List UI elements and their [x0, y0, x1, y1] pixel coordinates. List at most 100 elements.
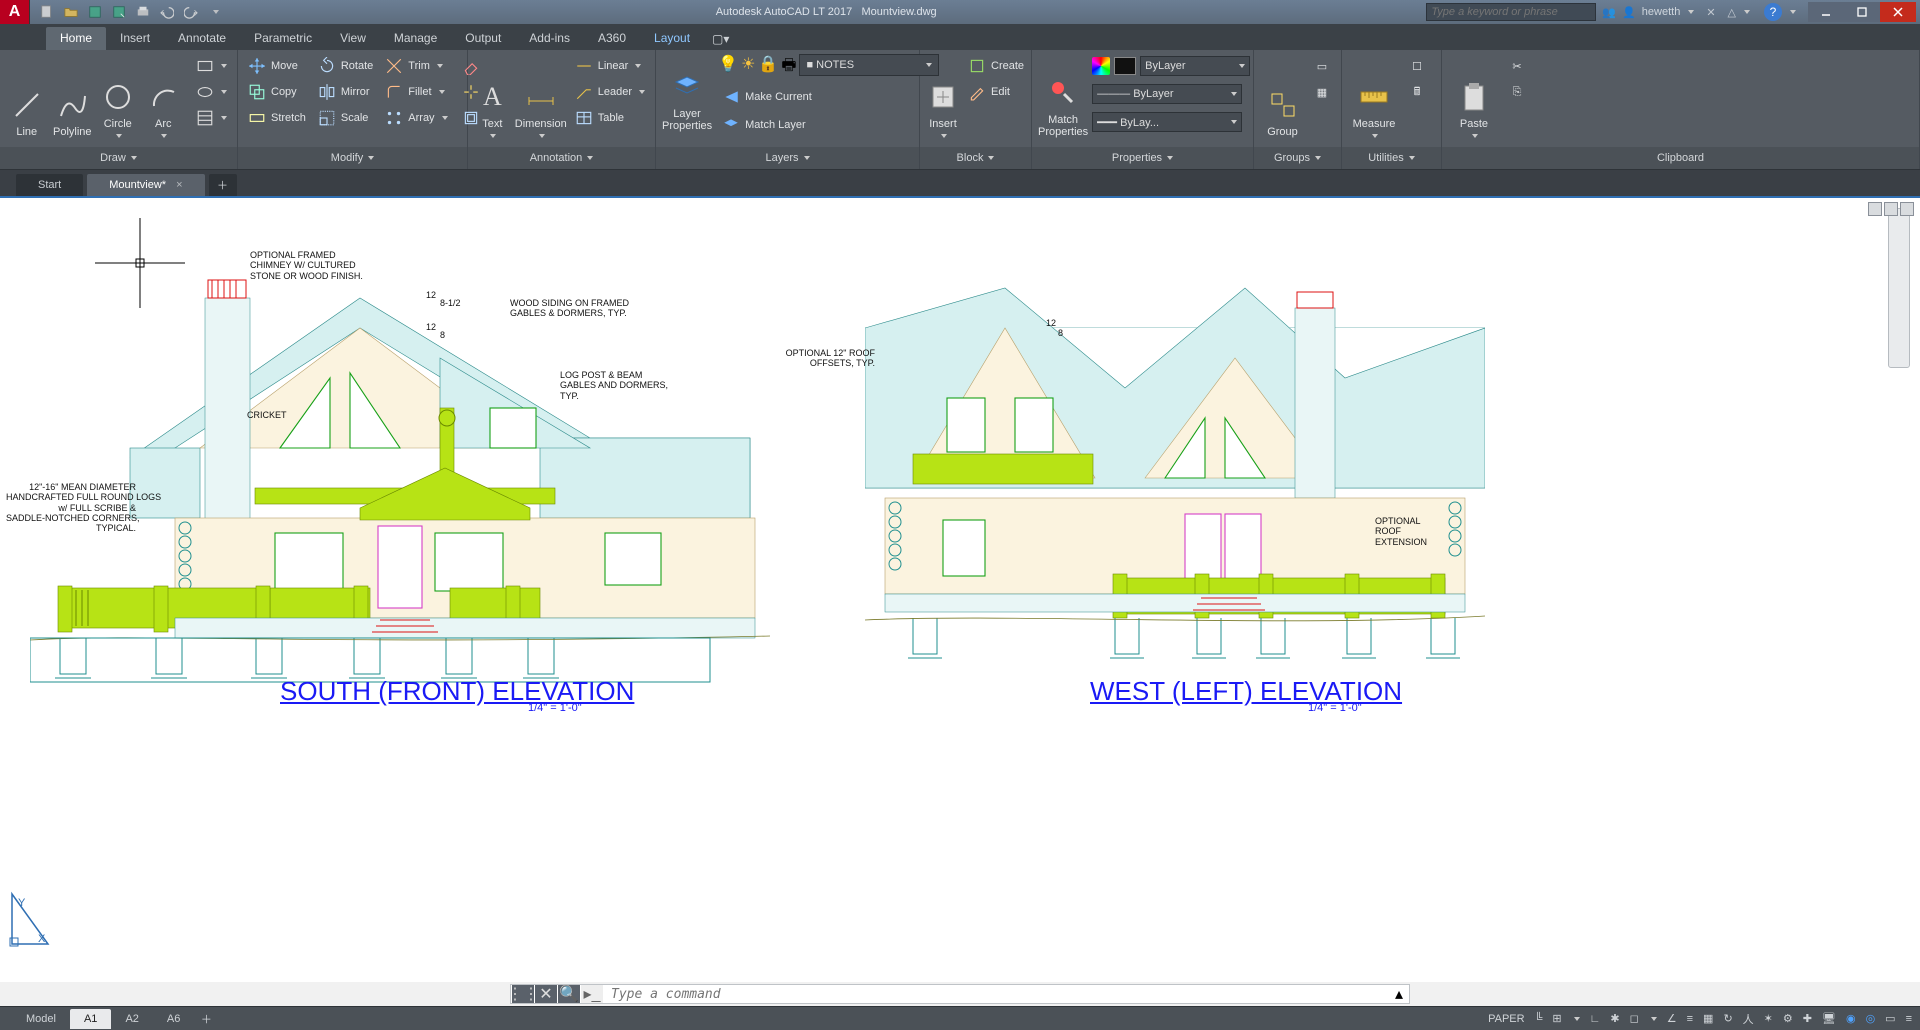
- saveas-icon[interactable]: [108, 2, 130, 22]
- isolate-icon[interactable]: ◎: [1866, 1012, 1876, 1025]
- workspace-icon[interactable]: ✚: [1803, 1012, 1812, 1025]
- viewport-controls[interactable]: [1868, 202, 1914, 216]
- tab-home[interactable]: Home: [46, 27, 106, 50]
- navigation-bar[interactable]: [1888, 208, 1910, 368]
- otrack-icon[interactable]: ∠: [1667, 1012, 1677, 1025]
- measure-button[interactable]: Measure: [1348, 54, 1400, 138]
- hardware-icon[interactable]: ◉: [1846, 1012, 1856, 1025]
- undo-icon[interactable]: [156, 2, 178, 22]
- quick-calc-icon[interactable]: 🖩: [1404, 80, 1430, 104]
- fillet-button[interactable]: Fillet: [381, 80, 451, 104]
- close-tab-icon[interactable]: ×: [176, 179, 182, 191]
- layer-lock-icon[interactable]: 🔒: [758, 54, 778, 81]
- user-icon[interactable]: 👤: [1622, 6, 1636, 19]
- color-picker-icon[interactable]: [1092, 57, 1110, 75]
- print-icon[interactable]: [132, 2, 154, 22]
- dimension-button[interactable]: Dimension: [515, 54, 567, 138]
- group-edit-icon[interactable]: ▦: [1309, 80, 1335, 104]
- layouttab-model[interactable]: Model: [12, 1009, 70, 1029]
- match-layer-button[interactable]: Match Layer: [718, 113, 939, 137]
- help-icon[interactable]: ?: [1764, 3, 1782, 21]
- paste-button[interactable]: Paste: [1448, 54, 1500, 138]
- linear-button[interactable]: Linear: [571, 54, 649, 78]
- create-block-button[interactable]: Create: [964, 54, 1028, 78]
- text-button[interactable]: AText: [474, 54, 511, 138]
- command-line[interactable]: ⋮⋮ ✕ 🔍 ▸_ ▴: [510, 984, 1410, 1004]
- qat-dropdown-icon[interactable]: [204, 2, 226, 22]
- group-button[interactable]: Group: [1260, 54, 1305, 138]
- customize-icon[interactable]: ≡: [1906, 1013, 1912, 1025]
- match-properties-button[interactable]: Match Properties: [1038, 54, 1088, 138]
- layouttab-add[interactable]: ＋: [194, 1009, 218, 1029]
- tab-parametric[interactable]: Parametric: [240, 27, 326, 50]
- tab-insert[interactable]: Insert: [106, 27, 164, 50]
- filetab-mountview[interactable]: Mountview*×: [87, 174, 204, 196]
- minimize-button[interactable]: [1808, 2, 1844, 22]
- new-icon[interactable]: [36, 2, 58, 22]
- lineweight-icon[interactable]: ≡: [1687, 1013, 1693, 1025]
- table-button[interactable]: Table: [571, 106, 649, 130]
- close-button[interactable]: [1880, 2, 1916, 22]
- array-button[interactable]: Array: [381, 106, 451, 130]
- layouttab-a6[interactable]: A6: [153, 1009, 194, 1029]
- layer-properties-button[interactable]: Layer Properties: [662, 60, 712, 132]
- annoauto-icon[interactable]: ⚙: [1783, 1012, 1793, 1025]
- trim-button[interactable]: Trim: [381, 54, 451, 78]
- layouttab-a2[interactable]: A2: [111, 1009, 152, 1029]
- grid-icon[interactable]: ⊞: [1552, 1012, 1561, 1025]
- cmd-close-icon[interactable]: ✕: [535, 985, 557, 1003]
- app-menu-button[interactable]: A: [0, 0, 30, 24]
- units-icon[interactable]: 🖥: [1822, 1012, 1836, 1025]
- scale-button[interactable]: Scale: [314, 106, 377, 130]
- annoscale-icon[interactable]: 人: [1743, 1011, 1754, 1027]
- clean-screen-icon[interactable]: ▭: [1885, 1012, 1895, 1025]
- cmd-handle-icon[interactable]: ⋮⋮: [512, 985, 534, 1003]
- copy-clip-icon[interactable]: ⎘: [1504, 80, 1530, 104]
- rotate-button[interactable]: Rotate: [314, 54, 377, 78]
- autodesk-a360-icon[interactable]: △: [1728, 6, 1736, 19]
- command-input[interactable]: [603, 987, 1389, 1002]
- cmd-history-icon[interactable]: ▴: [1389, 985, 1409, 1003]
- cut-icon[interactable]: ✂: [1504, 54, 1530, 78]
- polyline-button[interactable]: Polyline: [52, 54, 94, 138]
- tab-annotate[interactable]: Annotate: [164, 27, 240, 50]
- insert-button[interactable]: Insert: [926, 54, 960, 138]
- user-name[interactable]: hewetth: [1642, 6, 1681, 18]
- filetab-add[interactable]: ＋: [209, 174, 237, 196]
- layer-sun-icon[interactable]: ☀: [741, 54, 755, 81]
- help-search-input[interactable]: [1426, 3, 1596, 21]
- layouttab-a1[interactable]: A1: [70, 1009, 111, 1029]
- exchange-icon[interactable]: ✕: [1706, 6, 1715, 19]
- ungroup-icon[interactable]: ▭: [1309, 54, 1335, 78]
- cmd-search-icon[interactable]: 🔍: [558, 985, 580, 1003]
- linetype-select[interactable]: ——— ByLayer: [1092, 84, 1242, 104]
- copy-button[interactable]: Copy: [244, 80, 310, 104]
- polar-icon[interactable]: ✱: [1610, 1012, 1619, 1025]
- infocenter-icon[interactable]: 👥: [1602, 6, 1616, 19]
- color-select[interactable]: ByLayer: [1140, 56, 1250, 76]
- color-swatch[interactable]: [1114, 57, 1136, 75]
- ortho-icon[interactable]: ∟: [1590, 1013, 1601, 1025]
- drawing-area[interactable]: OPTIONAL FRAMED CHIMNEY W/ CULTURED STON…: [0, 196, 1920, 982]
- layer-dropdown[interactable]: ■ NOTES: [799, 54, 939, 76]
- ellipse-icon[interactable]: [192, 80, 231, 104]
- tab-addins[interactable]: Add-ins: [515, 27, 584, 50]
- lineweight-select[interactable]: ━━━ ByLay...: [1092, 112, 1242, 132]
- filetab-start[interactable]: Start: [16, 174, 83, 196]
- redo-icon[interactable]: [180, 2, 202, 22]
- tab-a360[interactable]: A360: [584, 27, 640, 50]
- annovis-icon[interactable]: ✶: [1764, 1012, 1773, 1025]
- leader-button[interactable]: Leader: [571, 80, 649, 104]
- line-button[interactable]: Line: [6, 54, 48, 138]
- tab-output[interactable]: Output: [451, 27, 515, 50]
- stretch-button[interactable]: Stretch: [244, 106, 310, 130]
- layer-plot-icon[interactable]: 🖶: [781, 54, 796, 81]
- edit-block-button[interactable]: Edit: [964, 80, 1028, 104]
- select-all-icon[interactable]: ☐: [1404, 54, 1430, 78]
- rectangle-icon[interactable]: [192, 54, 231, 78]
- tab-view[interactable]: View: [326, 27, 380, 50]
- tab-manage[interactable]: Manage: [380, 27, 451, 50]
- tab-layout[interactable]: Layout: [640, 27, 704, 50]
- move-button[interactable]: Move: [244, 54, 310, 78]
- save-icon[interactable]: [84, 2, 106, 22]
